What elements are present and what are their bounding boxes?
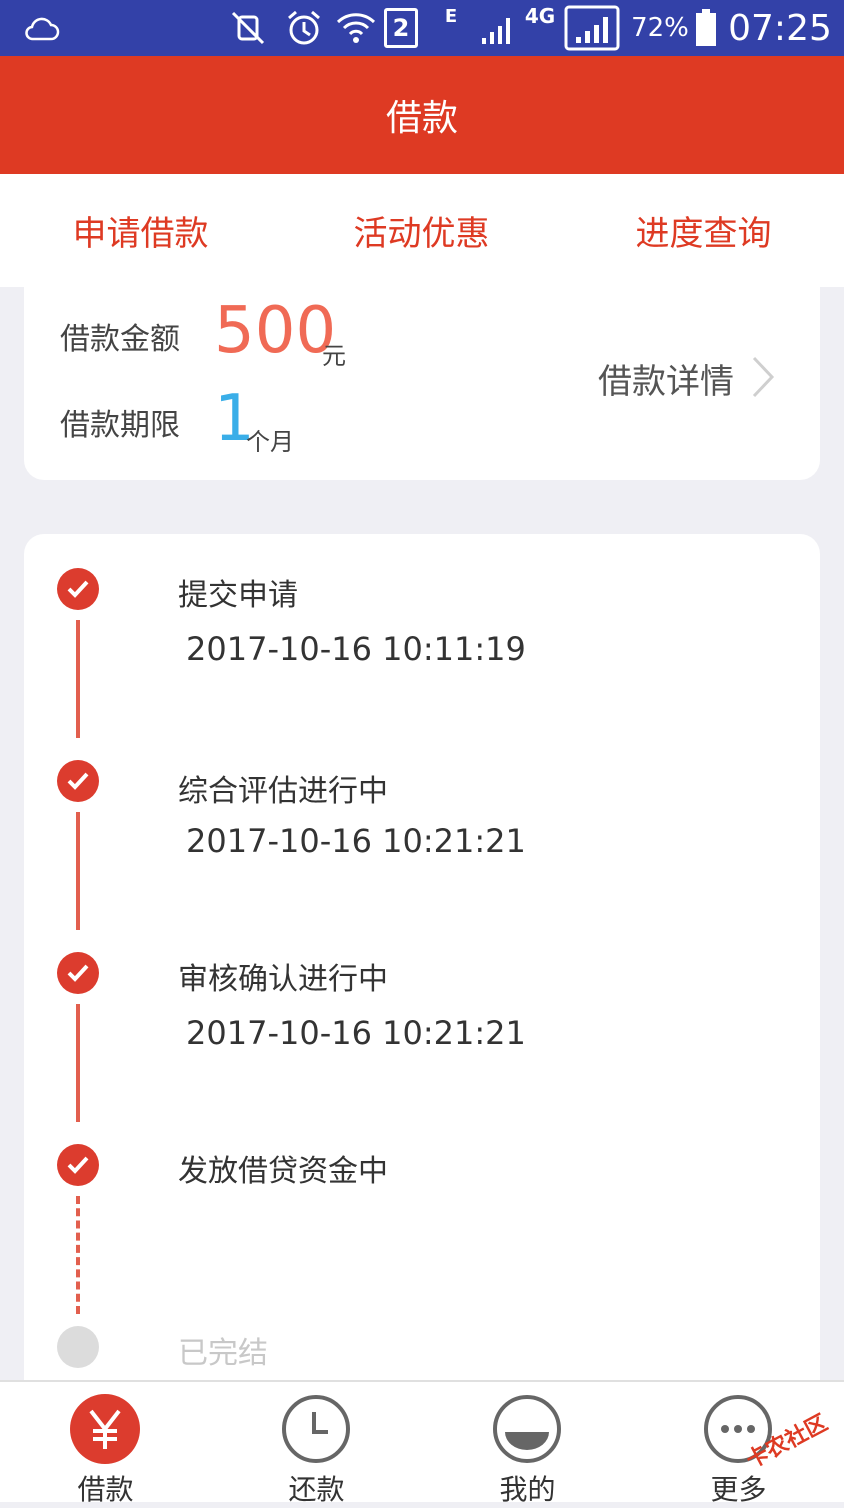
amount-value: 500 — [214, 294, 337, 368]
vibrate-off-icon — [226, 0, 270, 56]
timeline-connector — [76, 1004, 80, 1122]
step-title-review: 审核确认进行中 — [178, 962, 388, 997]
yen-icon — [70, 1394, 140, 1464]
nav-item-loan[interactable]: 借款 — [0, 1382, 211, 1506]
sim-badge: 2 — [384, 0, 418, 56]
page-title: 借款 — [0, 56, 844, 174]
term-label: 借款期限 — [60, 408, 180, 443]
network-type-4g: 4G — [524, 4, 556, 28]
step-time-submit: 2017-10-16 10:11:19 — [186, 630, 526, 668]
battery-icon — [692, 0, 720, 56]
nav-label-loan: 借款 — [77, 1473, 134, 1506]
step-time-review: 2017-10-16 10:21:21 — [186, 1014, 526, 1052]
network-type-e: E — [444, 5, 458, 27]
loan-summary-card: 借款金额 500 元 借款期限 1 个月 借款详情 — [24, 250, 820, 480]
battery-percent: 72% — [631, 13, 689, 43]
nav-label-mine: 我的 — [499, 1473, 556, 1506]
check-icon — [57, 760, 99, 802]
cloud-icon — [22, 0, 62, 56]
step-title-submit: 提交申请 — [178, 578, 298, 613]
nav-item-mine[interactable]: 我的 — [422, 1382, 633, 1506]
signal-icon — [476, 0, 520, 56]
user-icon — [492, 1394, 562, 1464]
status-bar: 2 E 4G 72% 07:25 — [0, 0, 844, 56]
step-time-evaluation: 2017-10-16 10:21:21 — [186, 822, 526, 860]
amount-label: 借款金额 — [60, 322, 180, 357]
loan-detail-link[interactable]: 借款详情 — [598, 354, 734, 403]
step-title-completed: 已完结 — [178, 1336, 268, 1371]
timeline-connector-dashed — [76, 1196, 80, 1314]
pending-dot-icon — [57, 1326, 99, 1368]
check-icon — [57, 1144, 99, 1186]
check-icon — [57, 568, 99, 610]
bottom-nav: 借款 还款 我的 更多 — [0, 1380, 844, 1506]
timeline-connector — [76, 620, 80, 738]
chevron-right-icon[interactable] — [748, 354, 778, 404]
step-title-evaluation: 综合评估进行中 — [178, 774, 388, 809]
term-unit: 个月 — [246, 428, 294, 456]
signal-box-icon — [564, 0, 620, 56]
wifi-icon — [334, 0, 378, 56]
check-icon — [57, 952, 99, 994]
nav-label-more: 更多 — [710, 1473, 767, 1506]
timeline-connector — [76, 812, 80, 930]
nav-label-repay: 还款 — [288, 1473, 345, 1506]
clock-time: 07:25 — [728, 7, 832, 49]
progress-timeline-card: 提交申请 2017-10-16 10:11:19 综合评估进行中 2017-10… — [24, 534, 820, 1434]
amount-unit: 元 — [322, 342, 346, 370]
nav-item-repay[interactable]: 还款 — [211, 1382, 422, 1506]
alarm-icon — [282, 0, 326, 56]
clock-icon — [281, 1394, 351, 1464]
step-title-disbursing: 发放借贷资金中 — [178, 1154, 388, 1189]
